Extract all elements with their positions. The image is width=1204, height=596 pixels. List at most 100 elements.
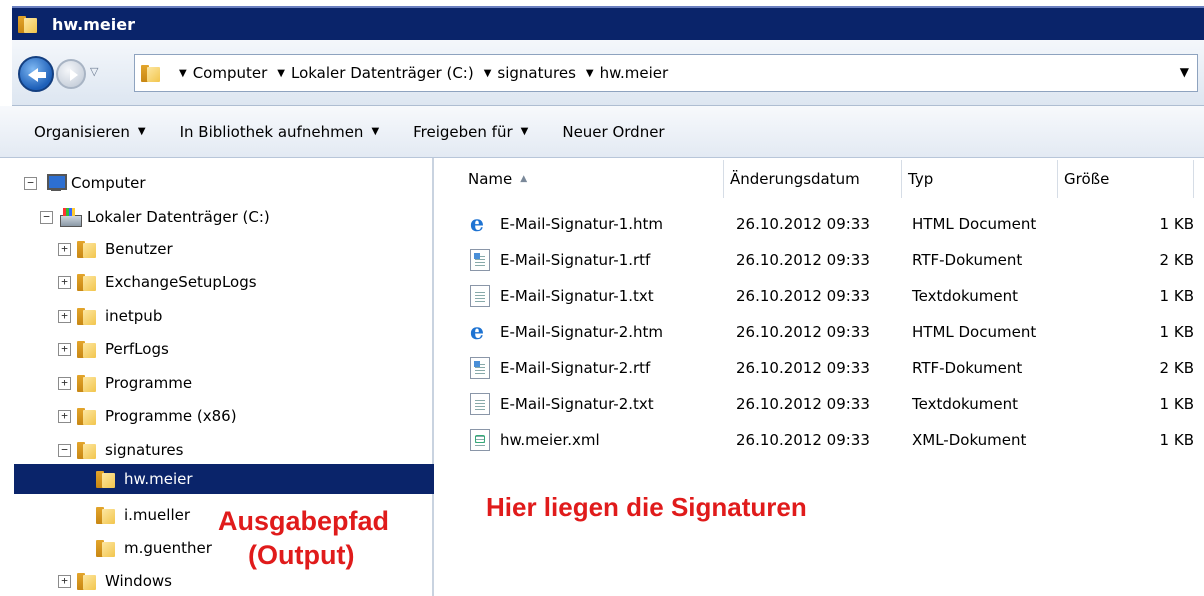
expand-icon[interactable]: + xyxy=(58,242,71,256)
folder-icon xyxy=(77,407,97,425)
tree-item-exchangesetuplogs[interactable]: + ExchangeSetupLogs xyxy=(58,267,257,297)
file-row[interactable]: e E-Mail-Signatur-2.htm 26.10.2012 09:33 HT… xyxy=(466,316,1196,348)
breadcrumb-drive[interactable]: ▼ Lokaler Datenträger (C:) xyxy=(277,64,473,82)
tree-item-label[interactable]: m.guenther xyxy=(124,539,212,557)
file-type: RTF-Dokument xyxy=(912,359,1023,377)
chevron-down-icon[interactable]: ▼ xyxy=(484,68,492,79)
folder-icon xyxy=(77,307,97,325)
collapse-icon[interactable]: − xyxy=(24,176,37,190)
file-size: 2 KB xyxy=(1159,251,1194,269)
file-row[interactable]: e E-Mail-Signatur-1.htm 26.10.2012 09:33 HT… xyxy=(466,208,1196,240)
file-name: hw.meier.xml xyxy=(500,431,600,449)
file-name: E-Mail-Signatur-2.txt xyxy=(500,395,654,413)
expand-icon[interactable]: + xyxy=(58,409,71,423)
address-history-dropdown[interactable]: ▼ xyxy=(1180,65,1189,79)
tree-item-label[interactable]: hw.meier xyxy=(124,470,193,488)
chevron-down-icon[interactable]: ▼ xyxy=(277,68,285,79)
organize-label[interactable]: Organisieren xyxy=(34,123,130,141)
tree-item-label[interactable]: i.mueller xyxy=(124,506,190,524)
file-row[interactable]: E-Mail-Signatur-2.txt 26.10.2012 09:33 Tex… xyxy=(466,388,1196,420)
collapse-icon[interactable]: − xyxy=(58,443,71,457)
folder-icon xyxy=(77,340,97,358)
tree-item-label[interactable]: Benutzer xyxy=(105,240,173,258)
file-name: E-Mail-Signatur-1.rtf xyxy=(500,251,651,269)
ie-icon: e xyxy=(470,211,484,237)
expand-icon[interactable]: + xyxy=(58,574,71,588)
share-with-button[interactable]: Freigeben für ▼ xyxy=(413,123,528,141)
title-bar: hw.meier xyxy=(0,0,1204,40)
tree-item-label[interactable]: signatures xyxy=(105,441,183,459)
column-header-date[interactable]: Änderungsdatum xyxy=(724,160,902,198)
column-header-name[interactable]: Name ▲ xyxy=(462,160,724,198)
file-row[interactable]: E-Mail-Signatur-2.rtf 26.10.2012 09:33 RTF… xyxy=(466,352,1196,384)
new-folder-button[interactable]: Neuer Ordner xyxy=(562,123,664,141)
file-row[interactable]: E-Mail-Signatur-1.rtf 26.10.2012 09:33 RTF… xyxy=(466,244,1196,276)
breadcrumb-label[interactable]: signatures xyxy=(497,64,575,82)
organize-button[interactable]: Organisieren ▼ xyxy=(34,123,146,141)
breadcrumb-computer[interactable]: ▼ Computer xyxy=(179,64,267,82)
expand-icon[interactable]: + xyxy=(58,275,71,289)
breadcrumb-hw-meier[interactable]: ▼ hw.meier xyxy=(586,64,668,82)
folder-icon xyxy=(141,64,161,82)
file-size: 2 KB xyxy=(1159,359,1194,377)
tree-item-m-guenther[interactable]: m.guenther xyxy=(96,533,212,563)
tree-item-label[interactable]: ExchangeSetupLogs xyxy=(105,273,257,291)
file-date: 26.10.2012 09:33 xyxy=(736,431,870,449)
new-folder-label[interactable]: Neuer Ordner xyxy=(562,123,664,141)
tree-item-computer[interactable]: − Computer xyxy=(24,168,146,198)
tree-item-label[interactable]: Windows xyxy=(105,572,172,590)
tree-item-perflogs[interactable]: + PerfLogs xyxy=(58,334,169,364)
txt-icon xyxy=(470,285,490,307)
share-label[interactable]: Freigeben für xyxy=(413,123,513,141)
breadcrumb-label[interactable]: Computer xyxy=(193,64,268,82)
collapse-icon[interactable]: − xyxy=(40,210,53,224)
file-size: 1 KB xyxy=(1159,431,1194,449)
expand-icon[interactable]: + xyxy=(58,309,71,323)
folder-icon xyxy=(77,572,97,590)
column-header-label[interactable]: Größe xyxy=(1064,170,1109,188)
back-button[interactable] xyxy=(18,56,54,92)
include-in-library-button[interactable]: In Bibliothek aufnehmen ▼ xyxy=(180,123,380,141)
chevron-down-icon: ▼ xyxy=(520,126,529,137)
chevron-down-icon[interactable]: ▼ xyxy=(586,68,594,79)
file-type: HTML Document xyxy=(912,323,1037,341)
address-field[interactable]: ▼ Computer ▼ Lokaler Datenträger (C:) ▼ sig… xyxy=(134,54,1198,92)
tree-item-label[interactable]: Programme (x86) xyxy=(105,407,237,425)
tree-item-inetpub[interactable]: + inetpub xyxy=(58,301,162,331)
file-row[interactable]: E-Mail-Signatur-1.txt 26.10.2012 09:33 Tex… xyxy=(466,280,1196,312)
tree-item-benutzer[interactable]: + Benutzer xyxy=(58,234,173,264)
column-header-size[interactable]: Größe xyxy=(1058,160,1194,198)
expand-icon[interactable]: + xyxy=(58,342,71,356)
forward-button[interactable] xyxy=(56,59,86,89)
chevron-down-icon[interactable]: ▼ xyxy=(179,68,187,79)
file-type: HTML Document xyxy=(912,215,1037,233)
breadcrumb-label[interactable]: hw.meier xyxy=(600,64,669,82)
chevron-down-icon: ▼ xyxy=(371,126,380,137)
tree-item-windows[interactable]: + Windows xyxy=(58,566,172,596)
breadcrumb-signatures[interactable]: ▼ signatures xyxy=(484,64,576,82)
computer-icon xyxy=(43,174,67,192)
expand-icon[interactable]: + xyxy=(58,376,71,390)
sort-ascending-icon: ▲ xyxy=(520,174,528,184)
tree-item-label[interactable]: Programme xyxy=(105,374,192,392)
column-header-label[interactable]: Typ xyxy=(908,170,933,188)
tree-item-label[interactable]: PerfLogs xyxy=(105,340,169,358)
library-label[interactable]: In Bibliothek aufnehmen xyxy=(180,123,364,141)
tree-item-hw-meier[interactable]: hw.meier xyxy=(14,464,434,494)
tree-item-label[interactable]: Lokaler Datenträger (C:) xyxy=(87,208,270,226)
navigation-tree: − Computer − Lokaler Datenträger (C:) + … xyxy=(0,158,434,596)
file-row[interactable]: hw.meier.xml 26.10.2012 09:33 XML-Dokument… xyxy=(466,424,1196,456)
tree-item-signatures[interactable]: − signatures xyxy=(58,435,183,465)
recent-pages-dropdown[interactable]: ▽ xyxy=(90,65,98,78)
tree-item-programme[interactable]: + Programme xyxy=(58,368,192,398)
column-header-label[interactable]: Name xyxy=(468,170,512,188)
tree-item-label[interactable]: Computer xyxy=(71,174,146,192)
column-header-type[interactable]: Typ xyxy=(902,160,1058,198)
tree-item-i-mueller[interactable]: i.mueller xyxy=(96,500,190,530)
breadcrumb-label[interactable]: Lokaler Datenträger (C:) xyxy=(291,64,474,82)
tree-item-drive-c[interactable]: − Lokaler Datenträger (C:) xyxy=(40,202,270,232)
output-path-annotation: Ausgabepfad (Output) xyxy=(218,504,389,572)
tree-item-programme-x86[interactable]: + Programme (x86) xyxy=(58,401,237,431)
tree-item-label[interactable]: inetpub xyxy=(105,307,162,325)
column-header-label[interactable]: Änderungsdatum xyxy=(730,170,860,188)
